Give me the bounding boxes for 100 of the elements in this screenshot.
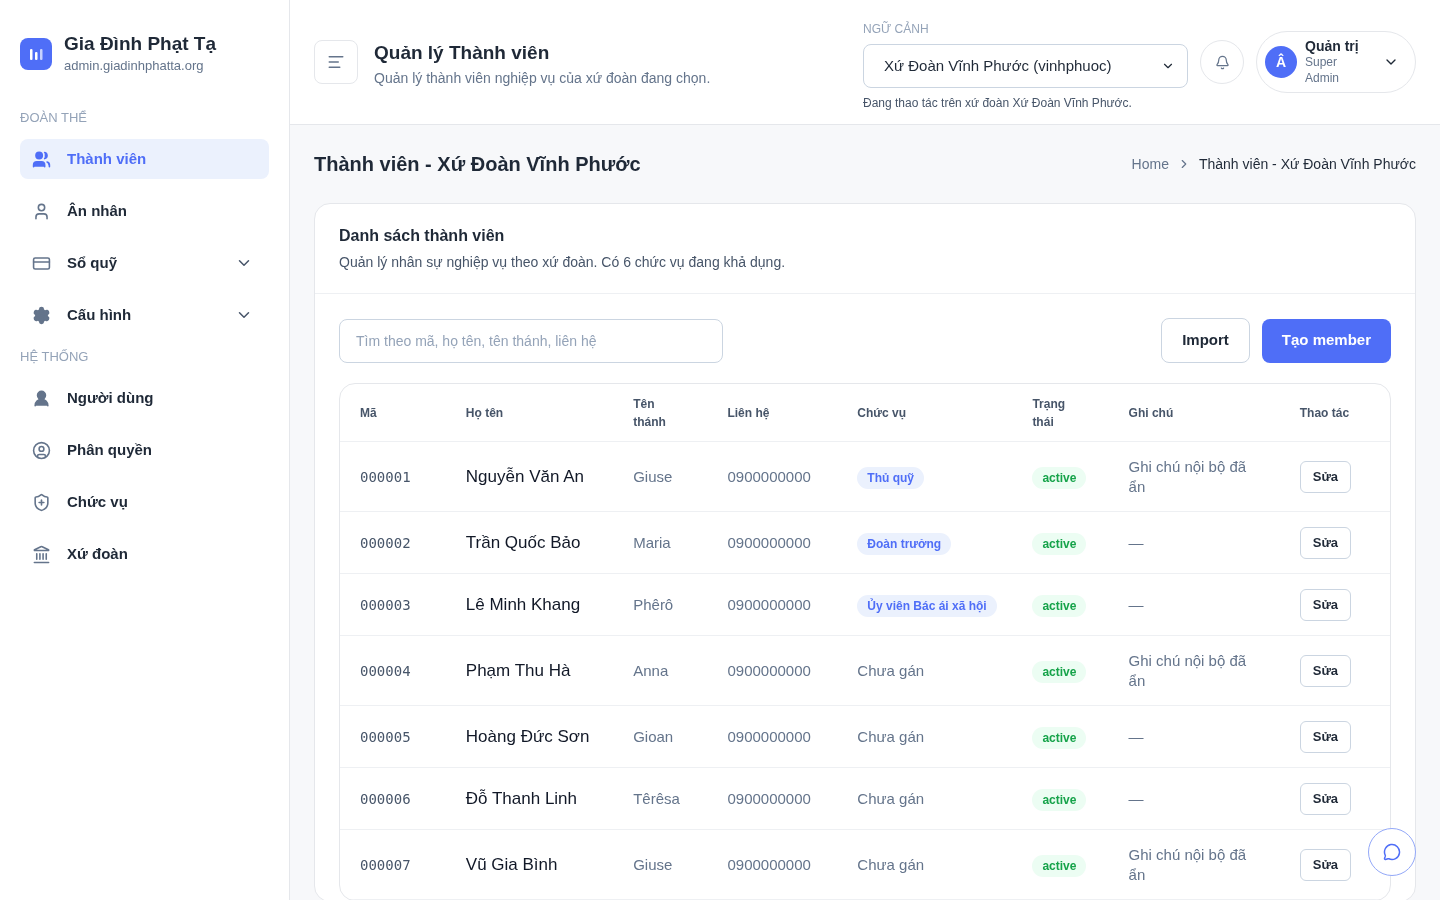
avatar: Â (1265, 46, 1297, 78)
edit-button[interactable]: Sửa (1299, 720, 1352, 753)
edit-button[interactable]: Sửa (1299, 460, 1352, 493)
status-tag: active (1032, 660, 1087, 683)
logo-icon (20, 37, 52, 70)
brand-name: Gia Đình Phạt Tạ (64, 32, 217, 56)
chat-icon (1383, 843, 1401, 861)
status-tag: active (1032, 466, 1087, 489)
saint-name: Giuse (633, 467, 673, 485)
bank-icon (32, 545, 51, 564)
role-text: Chưa gán (857, 661, 925, 679)
status-tag: active (1032, 532, 1087, 555)
create-button[interactable]: Tạo member (1261, 318, 1391, 363)
role-text: Chưa gán (857, 855, 925, 873)
member-name: Lê Minh Khang (465, 594, 581, 614)
member-name: Vũ Gia Bình (465, 854, 558, 874)
column-header: Mã (360, 404, 378, 422)
breadcrumb-current: Thành viên - Xứ Đoàn Vĩnh Phước (1198, 154, 1416, 174)
context-hint: Đang thao tác trên xứ đoàn Xứ Đoàn Vĩnh Phước. (863, 95, 1133, 112)
column-header: Chức vụ (857, 404, 907, 422)
column-header: Tên thánh (633, 395, 667, 431)
column-header: Ghi chú (1128, 404, 1175, 422)
role-tag: Ủy viên Bác ái xã hội (857, 594, 997, 617)
breadcrumb-link[interactable]: Home (1131, 153, 1169, 175)
member-code: 000002 (360, 534, 411, 551)
edit-button[interactable]: Sửa (1299, 588, 1352, 621)
member-name: Nguyễn Văn An (465, 466, 584, 486)
role-text: Chưa gán (857, 727, 925, 745)
user-role: Super Admin (1305, 54, 1340, 86)
menu-icon (327, 53, 345, 71)
context-label: NGỮ CẢNH (863, 20, 930, 38)
sidebar-item[interactable]: Phân quyền (20, 430, 269, 471)
member-code: 000007 (360, 856, 411, 873)
import-button[interactable]: Import (1161, 318, 1250, 363)
sidebar-item[interactable]: Chức vụ (20, 482, 269, 523)
member-code: 000001 (360, 468, 411, 485)
role-tag: Thủ quỹ (857, 466, 924, 489)
column-header: Trạng thái (1032, 395, 1067, 431)
section-title: HỆ THỐNG (20, 348, 90, 366)
edit-button[interactable]: Sửa (1299, 526, 1352, 559)
saint-name: Têrêsa (633, 789, 680, 807)
note-text: Ghi chú nội bộ đã ẩn (1128, 456, 1248, 497)
sidebar-item[interactable]: Thành viên (20, 139, 269, 179)
column-header: Liên hệ (727, 404, 771, 422)
page-heading: Quản lý Thành viên (374, 41, 551, 65)
menu-button[interactable] (314, 40, 358, 84)
sidebar-item[interactable]: Ân nhân (20, 191, 269, 231)
context-select[interactable]: Xứ Đoàn Vĩnh Phước (vinhphuoc) (863, 44, 1188, 88)
search-field[interactable]: Tìm theo mã, họ tên, tên thánh, liên hệ (339, 318, 723, 363)
column-header: Thao tác (1299, 404, 1351, 422)
user-name: Quản trị (1305, 38, 1360, 54)
edit-button[interactable]: Sửa (1299, 654, 1352, 687)
bell-icon (1214, 54, 1230, 70)
phone-number: 0900000000 (727, 661, 811, 679)
status-tag: active (1032, 594, 1087, 617)
member-code: 000006 (360, 790, 411, 807)
sidebar-item[interactable]: Người dùng (20, 378, 269, 419)
saint-name: Maria (633, 533, 671, 551)
edit-button[interactable]: Sửa (1299, 782, 1352, 815)
status-tag: active (1032, 788, 1087, 811)
status-tag: active (1032, 854, 1087, 877)
saint-name: Anna (633, 661, 669, 679)
saint-name: Gioan (633, 727, 674, 745)
sidebar-item[interactable]: Cấu hình (20, 295, 269, 335)
gear-icon (32, 305, 51, 325)
saint-name: Giuse (633, 855, 673, 873)
phone-number: 0900000000 (727, 533, 811, 551)
card-subtitle: Quản lý nhân sự nghiệp vụ theo xứ đoàn. Có 6 chức vụ đang khả dụng. (339, 253, 787, 272)
note-text: Ghi chú nội bộ đã ẩn (1128, 650, 1248, 691)
brand-domain: admin.giadinhphatta.org (64, 57, 205, 75)
note-text: — (1128, 788, 1145, 809)
status-tag: active (1032, 726, 1087, 749)
sidebar-item[interactable]: Sổ quỹ (20, 243, 269, 283)
user-icon (32, 389, 51, 408)
phone-number: 0900000000 (727, 727, 811, 745)
page-title: Thành viên - Xứ Đoàn Vĩnh Phước (314, 152, 641, 177)
shield-icon (32, 493, 51, 512)
role-tag: Đoàn trưởng (857, 532, 952, 555)
member-name: Đỗ Thanh Linh (465, 788, 578, 808)
role-text: Chưa gán (857, 789, 925, 807)
note-text: Ghi chú nội bộ đã ẩn (1128, 844, 1248, 885)
member-name: Phạm Thu Hà (465, 660, 571, 680)
section-title: ĐOÀN THỂ (20, 108, 88, 127)
member-code: 000003 (360, 596, 411, 613)
phone-number: 0900000000 (727, 789, 811, 807)
note-text: — (1128, 532, 1145, 553)
edit-button[interactable]: Sửa (1299, 848, 1352, 881)
member-name: Trần Quốc Bảo (465, 532, 581, 552)
note-text: — (1128, 726, 1145, 747)
users-icon (32, 149, 51, 169)
user-icon (32, 201, 51, 221)
member-code: 000005 (360, 728, 411, 745)
sidebar-item[interactable]: Xứ đoàn (20, 534, 269, 575)
page-subheading: Quản lý thành viên nghiệp vụ của xứ đoàn đang chọn. (374, 68, 712, 88)
phone-number: 0900000000 (727, 595, 811, 613)
column-header: Họ tên (465, 404, 505, 422)
member-code: 000004 (360, 662, 411, 679)
phone-number: 0900000000 (727, 467, 811, 485)
phone-number: 0900000000 (727, 855, 811, 873)
saint-name: Phêrô (633, 595, 674, 613)
